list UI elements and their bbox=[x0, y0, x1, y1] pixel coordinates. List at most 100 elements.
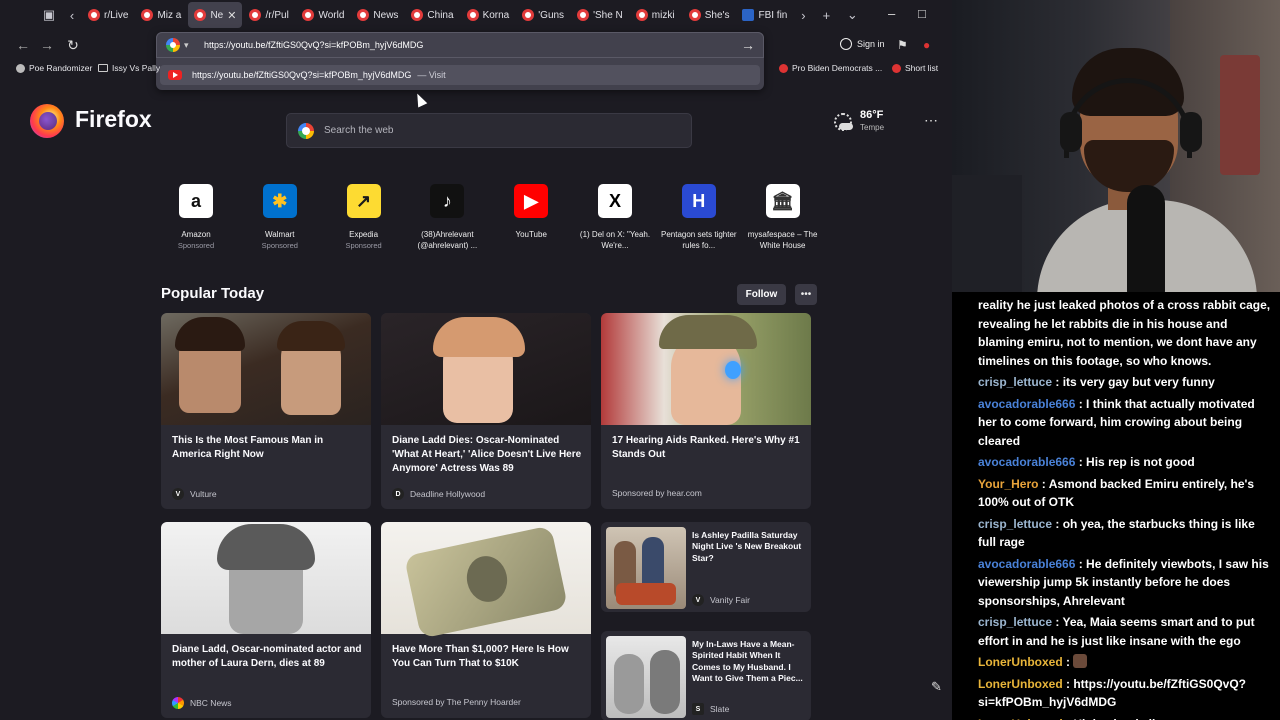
top-site[interactable]: ▶ YouTube bbox=[491, 184, 571, 241]
browser-tab[interactable]: She's bbox=[683, 2, 736, 28]
tab-favicon-icon bbox=[249, 9, 262, 21]
tab-favicon-icon bbox=[357, 9, 370, 21]
story-source: V Vulture bbox=[172, 488, 217, 500]
top-site[interactable]: X (1) Del on X: "Yeah. We're... bbox=[575, 184, 655, 252]
story-card[interactable]: Diane Ladd, Oscar-nominated actor and mo… bbox=[161, 522, 371, 718]
top-site[interactable]: a Amazon Sponsored bbox=[156, 184, 236, 250]
scroll-tabs-left-icon[interactable]: ‹ bbox=[62, 2, 82, 28]
tab-label: Korna bbox=[482, 9, 510, 21]
pencil-icon[interactable]: ✎ bbox=[931, 679, 942, 695]
folder-icon bbox=[98, 64, 108, 72]
tab-label: News bbox=[373, 9, 399, 21]
chat-message: LonerUnboxed : https://youtu.be/fZftiGS0… bbox=[978, 675, 1274, 712]
extensions-icon[interactable]: ⚑ bbox=[897, 38, 908, 52]
forward-icon[interactable]: → bbox=[38, 37, 56, 53]
story-card[interactable]: 17 Hearing Aids Ranked. Here's Why #1 St… bbox=[601, 313, 811, 509]
close-tab-icon[interactable]: ✕ bbox=[227, 9, 236, 22]
top-site[interactable]: ♪ (38)Ahrelevant (@ahrelevant) ... bbox=[407, 184, 487, 252]
top-site[interactable]: ↗ Expedia Sponsored bbox=[324, 184, 404, 250]
tab-favicon-icon bbox=[635, 9, 648, 21]
site-logo-icon: a bbox=[179, 184, 213, 218]
browser-tab[interactable]: 'She N bbox=[571, 2, 629, 28]
chat-message: avocadorable666 : I think that actually … bbox=[978, 395, 1274, 451]
browser-tab[interactable]: r/Live bbox=[82, 2, 134, 28]
chat-username[interactable]: crisp_lettuce bbox=[978, 615, 1052, 629]
chat-username[interactable]: avocadorable666 bbox=[978, 557, 1075, 571]
browser-tab[interactable]: World bbox=[296, 2, 350, 28]
emote-icon bbox=[1073, 654, 1088, 668]
browser-tab[interactable]: China bbox=[405, 2, 459, 28]
bookmark-item[interactable]: Pro Biden Democrats ... bbox=[779, 63, 882, 73]
ublock-icon[interactable]: ● bbox=[923, 38, 930, 52]
story-card[interactable]: Diane Ladd Dies: Oscar-Nominated 'What A… bbox=[381, 313, 591, 509]
browser-window: ▣ ‹ r/Live Miz a Ne ✕ /r/Pul World News China Ko… bbox=[0, 0, 952, 720]
url-input-row[interactable]: ▾ https://youtu.be/fZftiGS0QvQ?si=kfPOBm… bbox=[156, 32, 764, 58]
browser-tab[interactable]: Miz a bbox=[135, 2, 187, 28]
search-box[interactable]: Search the web bbox=[286, 113, 692, 148]
story-card[interactable]: Have More Than $1,000? Here Is How You C… bbox=[381, 522, 591, 718]
chat-username[interactable]: crisp_lettuce bbox=[978, 375, 1052, 389]
story-card-small[interactable]: Is Ashley Padilla Saturday Night Live 's… bbox=[601, 522, 811, 612]
top-site[interactable]: 🏛 mysafespace – The White House bbox=[743, 184, 823, 252]
tab-label: World bbox=[318, 9, 345, 21]
url-input[interactable]: https://youtu.be/fZftiGS0QvQ?si=kfPOBm_h… bbox=[204, 40, 423, 50]
chat-text: : its very gay but very funny bbox=[1052, 375, 1215, 389]
top-site[interactable]: H Pentagon sets tighter rules fo... bbox=[659, 184, 739, 252]
site-logo-icon: ↗ bbox=[346, 184, 381, 218]
browser-tab[interactable]: /r/Pul bbox=[243, 2, 295, 28]
bookmark-label: Pro Biden Democrats ... bbox=[792, 63, 883, 73]
bookmark-item[interactable]: Poe Randomizer bbox=[16, 63, 92, 73]
browser-tab[interactable]: Korna bbox=[461, 2, 516, 28]
menu-dots-icon[interactable]: ⋯ bbox=[924, 112, 938, 129]
chat-username[interactable]: avocadorable666 bbox=[978, 397, 1075, 411]
browser-tab[interactable]: mizki bbox=[630, 2, 682, 28]
google-icon bbox=[298, 122, 314, 139]
tab-favicon-icon bbox=[194, 9, 207, 21]
chat-username[interactable]: LonerUnboxed bbox=[978, 655, 1063, 669]
back-icon[interactable]: ← bbox=[14, 37, 32, 53]
maximize-icon[interactable]: □ bbox=[918, 6, 926, 21]
site-name: YouTube bbox=[515, 230, 547, 239]
story-card-small[interactable]: My In-Laws Have a Mean-Spirited Habit Wh… bbox=[601, 631, 811, 720]
weather-temp: 86°F bbox=[860, 109, 884, 121]
tab-favicon-icon bbox=[141, 9, 154, 21]
follow-button[interactable]: Follow bbox=[737, 284, 786, 305]
tab-label: 'She N bbox=[593, 9, 623, 21]
minimize-icon[interactable]: – bbox=[888, 6, 895, 21]
chevron-down-icon[interactable]: ▾ bbox=[184, 40, 196, 51]
browser-tab[interactable]: News bbox=[351, 2, 404, 28]
tab-label: 'Guns bbox=[538, 9, 565, 21]
mouse-cursor-icon bbox=[412, 91, 428, 108]
weather-widget[interactable]: 86°F Tempe bbox=[834, 109, 884, 132]
search-engine-icon[interactable] bbox=[166, 38, 180, 52]
browser-tab[interactable]: 'Guns bbox=[516, 2, 570, 28]
chat-text: reality he just leaked photos of a cross… bbox=[978, 298, 1271, 368]
tab-favicon-icon bbox=[577, 9, 590, 21]
more-options-icon[interactable]: ••• bbox=[795, 284, 817, 305]
chat-username[interactable]: avocadorable666 bbox=[978, 455, 1075, 469]
chat-username[interactable]: LonerUnboxed bbox=[978, 677, 1063, 691]
reload-icon[interactable]: ↻ bbox=[64, 37, 82, 53]
tab-overview-icon[interactable]: ▣ bbox=[36, 2, 62, 28]
story-title: Have More Than $1,000? Here Is How You C… bbox=[392, 644, 569, 669]
chat-username[interactable]: Your_Hero bbox=[978, 477, 1038, 491]
scroll-tabs-right-icon[interactable]: › bbox=[793, 2, 813, 28]
bookmark-favicon-icon bbox=[892, 63, 901, 73]
sign-in-button[interactable]: Sign in bbox=[840, 38, 885, 50]
story-image bbox=[161, 522, 371, 634]
tab-favicon-icon bbox=[688, 9, 701, 21]
chat-username[interactable]: crisp_lettuce bbox=[978, 517, 1052, 531]
site-name: Walmart bbox=[265, 230, 295, 239]
chat-username[interactable]: LonerUnboxed bbox=[978, 717, 1063, 720]
list-all-tabs-icon[interactable]: ⌄ bbox=[839, 2, 865, 28]
bookmark-folder[interactable]: Issy Vs Pally bbox=[98, 63, 160, 73]
story-title: Is Ashley Padilla Saturday Night Live 's… bbox=[692, 530, 802, 563]
top-site[interactable]: ✱ Walmart Sponsored bbox=[240, 184, 320, 250]
webcam-feed bbox=[952, 0, 1280, 292]
browser-tab[interactable]: FBI fin bbox=[736, 2, 793, 28]
browser-tab[interactable]: Ne ✕ bbox=[188, 2, 243, 28]
new-tab-icon[interactable]: + bbox=[813, 2, 839, 28]
story-card[interactable]: This Is the Most Famous Man in America R… bbox=[161, 313, 371, 509]
bookmark-item[interactable]: Short list bbox=[892, 63, 938, 73]
go-arrow-icon[interactable]: → bbox=[741, 37, 755, 53]
